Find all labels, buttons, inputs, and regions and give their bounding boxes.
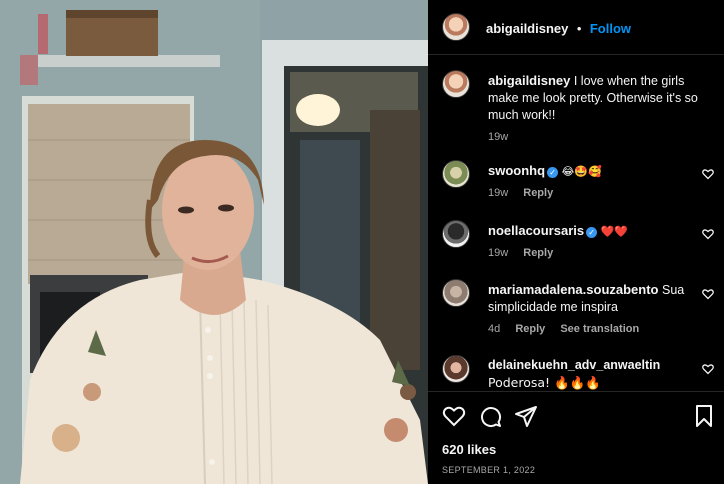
commenter-username[interactable]: noellacoursaris [488, 223, 584, 238]
commenter-avatar[interactable] [442, 160, 470, 188]
commenter-avatar[interactable] [442, 355, 470, 383]
author-avatar[interactable] [442, 13, 470, 41]
comment-icon[interactable] [478, 404, 502, 428]
comment-time[interactable]: 4d [488, 323, 500, 335]
comment-text: Poderosa! 🔥🔥🔥 [488, 375, 601, 390]
post-photo[interactable] [0, 0, 428, 484]
verified-badge-icon: ✓ [547, 167, 559, 178]
see-translation-link[interactable]: See translation [560, 323, 639, 335]
reply-button[interactable]: Reply [515, 323, 545, 335]
comment-text: ❤️❤️ [600, 225, 628, 238]
post-header: abigaildisney • Follow [428, 0, 724, 55]
caption-username[interactable]: abigaildisney [488, 73, 570, 88]
caption-avatar[interactable] [442, 70, 470, 98]
comment-time[interactable]: 19w [488, 247, 508, 259]
comment-like-heart-icon[interactable] [702, 288, 714, 300]
follow-button[interactable]: Follow [590, 21, 631, 36]
commenter-username[interactable]: mariamadalena.souzabento [488, 282, 659, 297]
commenter-username[interactable]: delainekuehn_adv_anwaeltin [488, 358, 660, 372]
commenter-avatar[interactable] [442, 279, 470, 307]
commenter-avatar[interactable] [442, 220, 470, 248]
comment-like-heart-icon[interactable] [702, 228, 714, 240]
reply-button[interactable]: Reply [523, 187, 553, 199]
author-username[interactable]: abigaildisney [486, 21, 568, 36]
header-separator: • [576, 21, 582, 36]
reply-button[interactable]: Reply [523, 247, 553, 259]
comment-text: 😂🤩🥰 [561, 165, 602, 178]
comment-like-heart-icon[interactable] [702, 168, 714, 180]
post-date[interactable]: SEPTEMBER 1, 2022 [442, 465, 535, 475]
heart-icon[interactable] [442, 404, 466, 428]
comment-time[interactable]: 19w [488, 187, 508, 199]
verified-badge-icon: ✓ [586, 227, 598, 238]
comment-like-heart-icon[interactable] [702, 363, 714, 375]
share-icon[interactable] [514, 404, 538, 428]
likes-count[interactable]: 620 likes [442, 442, 496, 457]
post-actions: 620 likes SEPTEMBER 1, 2022 [428, 391, 724, 484]
post-detail-panel: abigaildisney • Follow abigaildisney I l… [428, 0, 724, 484]
bookmark-icon[interactable] [694, 404, 714, 428]
commenter-username[interactable]: swoonhq [488, 163, 545, 178]
photo-illustration [0, 0, 428, 484]
caption-time[interactable]: 19w [488, 131, 508, 143]
